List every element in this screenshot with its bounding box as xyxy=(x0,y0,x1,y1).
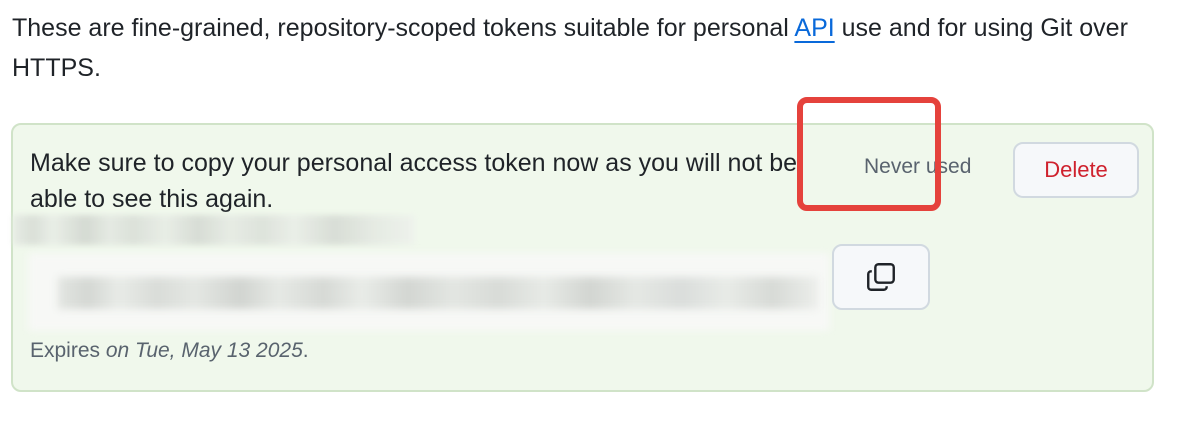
expires-date: on Tue, May 13 2025 xyxy=(105,339,303,362)
copy-token-notice: Make sure to copy your personal access t… xyxy=(30,149,798,213)
redacted-token-fragment xyxy=(13,215,415,245)
delete-button[interactable]: Delete xyxy=(1013,142,1139,198)
copy-token-button[interactable] xyxy=(832,244,930,310)
expires-suffix: . xyxy=(302,339,309,362)
expires-prefix: Expires xyxy=(30,339,106,362)
redacted-token-value xyxy=(58,277,818,309)
intro-text: These are fine-grained, repository-scope… xyxy=(12,8,1182,88)
copy-icon xyxy=(864,260,898,294)
token-expiration: Expires on Tue, May 13 2025. xyxy=(30,339,309,363)
intro-text-before: These are fine-grained, repository-scope… xyxy=(12,14,795,42)
token-usage-status: Never used xyxy=(864,155,972,178)
token-card: Make sure to copy your personal access t… xyxy=(11,123,1154,392)
api-link[interactable]: API xyxy=(794,14,834,42)
